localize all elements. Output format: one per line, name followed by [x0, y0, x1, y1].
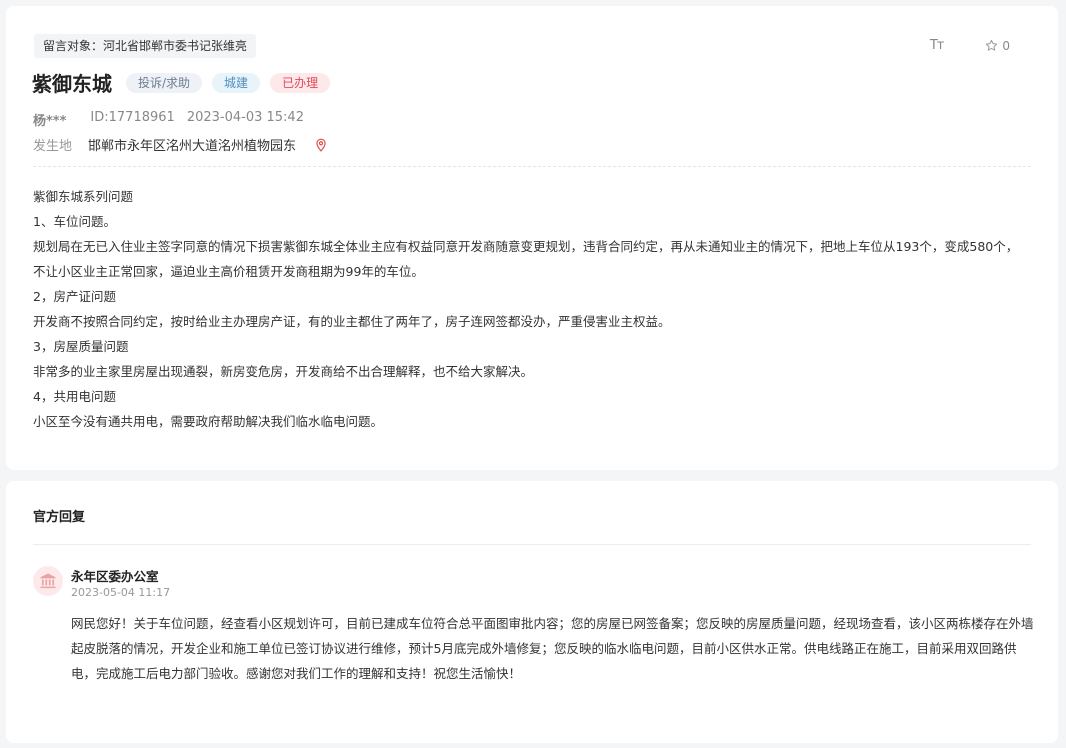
- message-card: 留言对象：河北省邯郸市委书记张维亮 Tт 0 紫御东城 投诉/求助 城建 已办理…: [6, 6, 1058, 470]
- reply-divider: [33, 544, 1031, 545]
- reply-datetime: 2023-05-04 11:17: [71, 586, 171, 599]
- content-line: 小区至今没有通共用电，需要政府帮助解决我们临水临电问题。: [33, 414, 384, 429]
- government-building-icon: [40, 573, 56, 589]
- reply-heading: 官方回复: [33, 510, 86, 525]
- department-name: 永年区委办公室: [71, 569, 159, 584]
- favorite-count: 0: [1002, 38, 1010, 53]
- section-divider: [33, 166, 1031, 167]
- content-line: 不让小区业主正常回家，逼迫业主高价租赁开发商租期为99年的车位。: [33, 264, 424, 279]
- content-line: 紫御东城系列问题: [33, 189, 134, 204]
- title-row: 紫御东城 投诉/求助 城建 已办理: [32, 68, 331, 97]
- star-icon: [986, 39, 998, 51]
- location-label: 发生地: [33, 139, 73, 154]
- official-reply-card: 官方回复 永年区委办公室 2023-05-04 11:17 网民您好！关于车位问…: [6, 481, 1058, 743]
- message-datetime: 2023-04-03 15:42: [186, 110, 304, 125]
- message-toolbar: Tт 0: [930, 38, 1010, 53]
- content-line: 非常多的业主家里房屋出现通裂，新房变危房，开发商给不出合理解释，也不给大家解决。: [33, 364, 534, 379]
- status-badge: 已办理: [270, 72, 331, 93]
- message-title: 紫御东城: [32, 72, 112, 96]
- map-pin-icon[interactable]: [314, 138, 328, 152]
- location-value: 邯郸市永年区洺州大道洺州植物园东: [88, 139, 297, 154]
- content-line: 4，共用电问题: [33, 389, 116, 404]
- font-size-button[interactable]: Tт: [930, 38, 944, 53]
- content-line: 规划局在无已入住业主签字同意的情况下损害紫御东城全体业主应有权益同意开发商随意变…: [33, 239, 1019, 254]
- message-meta: 杨*** ID:17718961 2023-04-03 15:42: [33, 110, 304, 129]
- subcategory-badge: 城建: [212, 72, 261, 93]
- content-line: 开发商不按照合同约定，按时给业主办理房产证，有的业主都住了两年了，房子连网签都没…: [33, 314, 671, 329]
- content-line: 1、车位问题。: [33, 214, 116, 229]
- category-badge: 投诉/求助: [126, 72, 203, 93]
- reply-text: 网民您好！关于车位问题，经查看小区规划许可，目前已建成车位符合总平面图审批内容；…: [71, 616, 1034, 681]
- favorite-button[interactable]: 0: [985, 39, 1010, 53]
- location-row: 发生地 邯郸市永年区洺州大道洺州植物园东: [33, 135, 328, 154]
- content-line: 3，房屋质量问题: [33, 339, 129, 354]
- department-avatar: [33, 566, 63, 596]
- message-target-tag: 留言对象：河北省邯郸市委书记张维亮: [34, 34, 257, 58]
- message-content: 紫御东城系列问题 1、车位问题。 规划局在无已入住业主签字同意的情况下损害紫御东…: [33, 184, 1031, 434]
- content-line: 2，房产证问题: [33, 289, 116, 304]
- author-name: 杨***: [33, 114, 67, 129]
- message-id: ID:17718961: [90, 110, 175, 125]
